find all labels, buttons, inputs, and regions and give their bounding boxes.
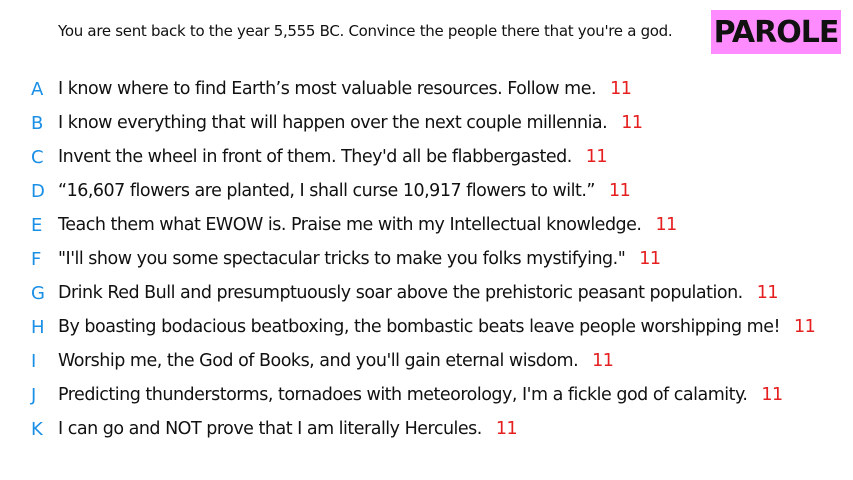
- answer-score: 11: [609, 181, 631, 201]
- answer-letter: J: [31, 384, 37, 406]
- answer-text-wrap: I can go and NOT prove that I am literal…: [58, 419, 518, 439]
- answer-text: Worship me, the God of Books, and you'll…: [58, 351, 579, 371]
- answer-text: I know where to find Earth’s most valuab…: [58, 79, 597, 99]
- prompt-text: You are sent back to the year 5,555 BC. …: [58, 22, 673, 40]
- parole-badge: PAROLE: [711, 10, 841, 54]
- answer-text-wrap: “16,607 flowers are planted, I shall cur…: [58, 181, 631, 201]
- answer-row: F "I'll show you some spectacular tricks…: [0, 242, 853, 276]
- answer-text-wrap: "I'll show you some spectacular tricks t…: [58, 249, 661, 269]
- answer-score: 11: [639, 249, 661, 269]
- answer-text-wrap: Predicting thunderstorms, tornadoes with…: [58, 385, 783, 405]
- answer-row: A I know where to find Earth’s most valu…: [0, 72, 853, 106]
- answer-text: I can go and NOT prove that I am literal…: [58, 419, 482, 439]
- answer-text: Invent the wheel in front of them. They'…: [58, 147, 572, 167]
- answer-letter: F: [31, 248, 42, 270]
- answer-score: 11: [655, 215, 678, 235]
- answer-row: H By boasting bodacious beatboxing, the …: [0, 310, 853, 344]
- answer-text: Drink Red Bull and presumptuously soar a…: [58, 283, 743, 303]
- answer-row: E Teach them what EWOW is. Praise me wit…: [0, 208, 853, 242]
- answer-row: G Drink Red Bull and presumptuously soar…: [0, 276, 853, 310]
- answer-text-wrap: Drink Red Bull and presumptuously soar a…: [58, 283, 779, 303]
- answer-text: Teach them what EWOW is. Praise me with …: [58, 215, 642, 235]
- answer-text: “16,607 flowers are planted, I shall cur…: [58, 181, 596, 201]
- answer-row: D “16,607 flowers are planted, I shall c…: [0, 174, 853, 208]
- answer-score: 11: [761, 385, 783, 405]
- answer-score: 11: [495, 419, 518, 439]
- answer-text: Predicting thunderstorms, tornadoes with…: [58, 385, 748, 405]
- answer-text-wrap: By boasting bodacious beatboxing, the bo…: [58, 317, 816, 337]
- answer-text-wrap: I know everything that will happen over …: [58, 113, 643, 133]
- answer-row: I Worship me, the God of Books, and you'…: [0, 344, 853, 378]
- answer-text-wrap: Teach them what EWOW is. Praise me with …: [58, 215, 677, 235]
- answer-score: 11: [592, 351, 614, 371]
- answer-letter: A: [31, 78, 44, 100]
- answer-text-wrap: I know where to find Earth’s most valuab…: [58, 79, 632, 99]
- answer-row: B I know everything that will happen ove…: [0, 106, 853, 140]
- answer-letter: K: [31, 418, 43, 440]
- answer-text: I know everything that will happen over …: [58, 113, 608, 133]
- answer-letter: D: [31, 180, 45, 202]
- answer-row: K I can go and NOT prove that I am liter…: [0, 412, 853, 446]
- answer-score: 11: [756, 283, 779, 303]
- answer-letter: C: [31, 146, 44, 168]
- answer-list: A I know where to find Earth’s most valu…: [0, 72, 853, 446]
- answer-letter: I: [31, 350, 37, 372]
- answer-text: "I'll show you some spectacular tricks t…: [58, 249, 626, 269]
- answer-row: C Invent the wheel in front of them. The…: [0, 140, 853, 174]
- answer-letter: H: [31, 316, 45, 338]
- answer-text: By boasting bodacious beatboxing, the bo…: [58, 317, 780, 337]
- answer-row: J Predicting thunderstorms, tornadoes wi…: [0, 378, 853, 412]
- answer-letter: B: [31, 112, 44, 134]
- answer-text-wrap: Worship me, the God of Books, and you'll…: [58, 351, 614, 371]
- answer-score: 11: [793, 317, 816, 337]
- answer-score: 11: [621, 113, 643, 133]
- answer-score: 11: [610, 79, 632, 99]
- answer-letter: G: [31, 282, 45, 304]
- answer-letter: E: [31, 214, 43, 236]
- answer-score: 11: [585, 147, 608, 167]
- answer-text-wrap: Invent the wheel in front of them. They'…: [58, 147, 608, 167]
